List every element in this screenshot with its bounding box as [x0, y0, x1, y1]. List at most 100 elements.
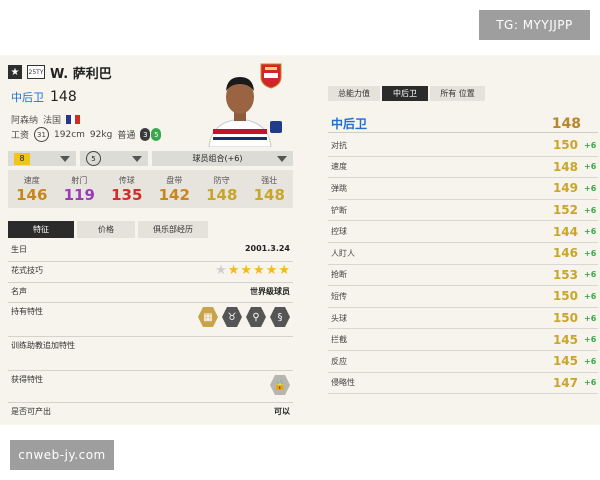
position-line: 中后卫 148 [11, 89, 77, 105]
star-icon: ★ [240, 263, 253, 278]
player-card: ★ 25TY W. 萨利巴 中后卫 148 阿森纳 法国 工资 31 192cm… [0, 55, 600, 425]
club-name: 阿森纳 [11, 116, 39, 126]
tab-traits[interactable]: 特征 [8, 221, 74, 238]
traits-row: 持有特性 ▦ ♉ ⚲ § [8, 303, 293, 337]
stat-item: 盘带 142 [151, 170, 199, 208]
player-portrait [208, 77, 272, 147]
attribute-list: 对抗 150 +6 速度 148 +6 弹跳 149 +6 铲断 152 +6 控球 144 +6 人盯人 14… [328, 135, 598, 395]
attribute-value-group: 150 +6 [553, 138, 596, 152]
right-tabs: 总能力值 中后卫 所有 位置 [328, 86, 485, 101]
right-foot-rating: 5 [151, 128, 162, 141]
attribute-value-group: 153 +6 [553, 268, 596, 282]
attribute-bonus: +6 [584, 162, 597, 172]
attribute-label: 对抗 [331, 140, 347, 150]
tab-club-history[interactable]: 俱乐部经历 [138, 221, 208, 238]
tab-overall[interactable]: 总能力值 [328, 86, 380, 101]
star-icon[interactable]: ★ [8, 65, 22, 79]
tackle-trait-icon[interactable]: ⚲ [246, 307, 266, 327]
nation-name: 法国 [43, 116, 62, 126]
rank-select[interactable]: 5 [80, 151, 148, 166]
traits-label: 持有特性 [11, 307, 43, 316]
attribute-row: 侵略性 147 +6 [328, 373, 598, 395]
attribute-value: 147 [552, 375, 578, 390]
selector-row: 8 5 球员组合(+6) [8, 151, 293, 166]
chevron-down-icon [60, 155, 70, 162]
attribute-bonus: +6 [584, 378, 597, 388]
tab-price[interactable]: 价格 [77, 221, 135, 238]
training-row: 训练助教追加特性 [8, 337, 293, 371]
attribute-value: 149 [552, 181, 578, 196]
attribute-row: 短传 150 +6 [328, 286, 598, 308]
attribute-bonus: +6 [584, 205, 597, 215]
attribute-value: 153 [552, 267, 578, 282]
stat-value: 135 [111, 185, 143, 204]
attribute-label: 铲断 [331, 205, 347, 215]
stat-label: 传球 [118, 175, 135, 185]
attribute-value: 146 [552, 246, 578, 261]
left-panel: ★ 25TY W. 萨利巴 中后卫 148 阿森纳 法国 工资 31 192cm… [8, 55, 293, 425]
stat-value: 146 [16, 185, 48, 204]
stat-label: 盘带 [166, 175, 183, 185]
stat-item: 防守 148 [198, 170, 246, 208]
sellable-label: 是否可产出 [11, 407, 51, 416]
star-icon: ★ [215, 263, 227, 278]
attribute-label: 短传 [331, 291, 347, 301]
attribute-value: 148 [552, 159, 578, 174]
acquired-label: 获得特性 [11, 375, 43, 384]
bull-trait-icon[interactable]: ♉ [222, 307, 242, 327]
birth-value: 2001.3.24 [244, 244, 290, 253]
summary-position: 中后卫 [331, 117, 368, 131]
watermark-top: TG: MYYJJPP [479, 10, 590, 40]
skill-label: 花式技巧 [11, 266, 43, 275]
level-select[interactable]: 8 [8, 151, 76, 166]
attribute-value: 144 [552, 224, 578, 239]
attribute-bonus: +6 [584, 291, 597, 301]
right-panel: 总能力值 中后卫 所有 位置 中后卫 148 对抗 150 +6 速度 148 +6 弹跳 1… [328, 55, 598, 425]
detail-rows: 生日 2001.3.24 花式技巧 ★ ★ ★ ★ ★ ★ 名声 世界级球员 持 [8, 241, 293, 419]
sellable-row: 是否可产出 可以 [8, 403, 293, 419]
player-name: W. 萨利巴 [50, 66, 112, 82]
stat-label: 强壮 [261, 175, 278, 185]
attribute-bonus: +6 [584, 227, 597, 237]
star-icon: ★ [227, 263, 240, 278]
fame-row: 名声 世界级球员 [8, 283, 293, 303]
attribute-row: 抢断 153 +6 [328, 265, 598, 287]
attribute-bonus: +6 [584, 183, 597, 193]
attribute-bonus: +6 [584, 356, 597, 366]
team-chem-value: 球员组合(+6) [192, 154, 243, 163]
stat-value: 148 [253, 185, 285, 204]
attribute-label: 抢断 [331, 270, 347, 280]
trait-icons: ▦ ♉ ⚲ § [198, 307, 290, 327]
attribute-bonus: +6 [584, 335, 597, 345]
overall-rating: 148 [50, 89, 77, 105]
attribute-value: 145 [552, 354, 578, 369]
stat-label: 速度 [23, 175, 40, 185]
stat-item: 强壮 148 [246, 170, 294, 208]
fame-value: 世界级球员 [250, 287, 290, 296]
tab-centre-back[interactable]: 中后卫 [382, 86, 428, 101]
attribute-value-group: 144 +6 [553, 225, 596, 239]
chevron-down-icon [277, 155, 287, 162]
attribute-label: 人盯人 [331, 248, 355, 258]
stat-label: 防守 [213, 175, 230, 185]
attribute-bonus: +6 [584, 248, 597, 258]
club-nation-line: 阿森纳 法国 [11, 113, 81, 126]
main-stats: 速度 146 射门 119 传球 135 盘带 142 防守 148 强壮 148 [8, 170, 293, 208]
attribute-bonus: +6 [584, 313, 597, 323]
federation-badge-icon [270, 121, 282, 133]
attribute-value: 150 [552, 311, 578, 326]
weight-value: 92kg [89, 129, 113, 140]
birth-row: 生日 2001.3.24 [8, 241, 293, 262]
tab-all-positions[interactable]: 所有 位置 [430, 86, 485, 101]
attribute-row: 对抗 150 +6 [328, 135, 598, 157]
snake-trait-icon[interactable]: § [270, 307, 290, 327]
attribute-bonus: +6 [584, 270, 597, 280]
summary-value: 148 [551, 115, 581, 132]
acquired-row: 获得特性 🔒 [8, 371, 293, 403]
stat-item: 传球 135 [103, 170, 151, 208]
season-badge: 25TY [27, 65, 45, 79]
attribute-row: 铲断 152 +6 [328, 200, 598, 222]
chevron-down-icon [132, 155, 142, 162]
wall-trait-icon[interactable]: ▦ [198, 307, 218, 327]
team-chem-select[interactable]: 球员组合(+6) [152, 151, 293, 166]
